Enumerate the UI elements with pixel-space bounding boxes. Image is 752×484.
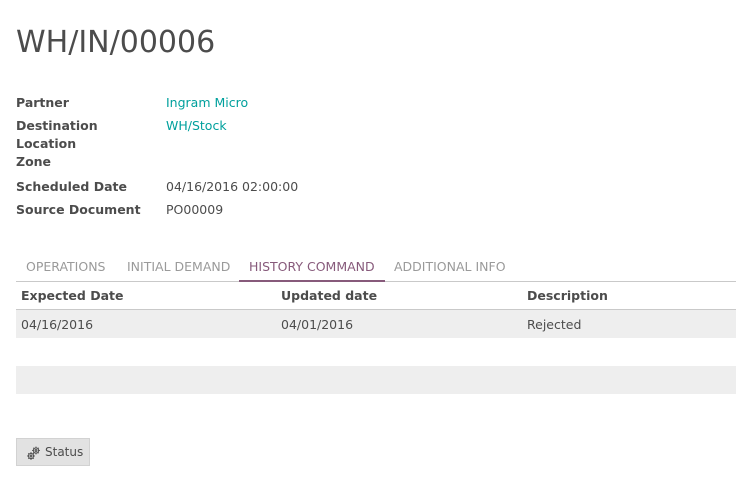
empty-row <box>16 366 736 394</box>
tab-operations[interactable]: OPERATIONS <box>16 254 115 282</box>
notebook-tabs: OPERATIONS INITIAL DEMAND HISTORY COMMAN… <box>16 254 736 282</box>
history-table: Expected Date Updated date Description 0… <box>16 283 736 394</box>
status-button-label: Status <box>45 445 84 459</box>
table-row[interactable]: 04/16/2016 04/01/2016 Rejected <box>16 310 736 338</box>
destination-label: Destination Location Zone <box>16 117 156 171</box>
partner-link[interactable]: Ingram Micro <box>166 94 248 112</box>
source-document-label: Source Document <box>16 202 141 217</box>
cell-description: Rejected <box>527 317 582 332</box>
status-button[interactable]: Status <box>16 438 90 466</box>
destination-label-line2: Zone <box>16 154 52 169</box>
destination-link[interactable]: WH/Stock <box>166 117 227 135</box>
column-header-expected-date[interactable]: Expected Date <box>21 288 123 303</box>
scheduled-date-label: Scheduled Date <box>16 179 127 194</box>
destination-label-line1: Destination Location <box>16 118 98 151</box>
gears-icon <box>26 445 42 461</box>
tab-history-command[interactable]: HISTORY COMMAND <box>239 254 385 282</box>
tab-additional-info[interactable]: ADDITIONAL INFO <box>384 254 516 282</box>
cell-expected-date: 04/16/2016 <box>21 317 94 332</box>
scheduled-date-value: 04/16/2016 02:00:00 <box>166 179 299 194</box>
record-title: WH/IN/00006 <box>16 25 216 60</box>
tab-initial-demand[interactable]: INITIAL DEMAND <box>117 254 240 282</box>
cell-updated-date: 04/01/2016 <box>281 317 354 332</box>
column-header-updated-date[interactable]: Updated date <box>281 288 377 303</box>
empty-row <box>16 338 736 366</box>
form-view: WH/IN/00006 Partner Ingram Micro Destina… <box>0 0 752 484</box>
column-header-description[interactable]: Description <box>527 288 608 303</box>
partner-label: Partner <box>16 95 69 110</box>
table-header: Expected Date Updated date Description <box>16 283 736 310</box>
source-document-value: PO00009 <box>166 202 224 217</box>
